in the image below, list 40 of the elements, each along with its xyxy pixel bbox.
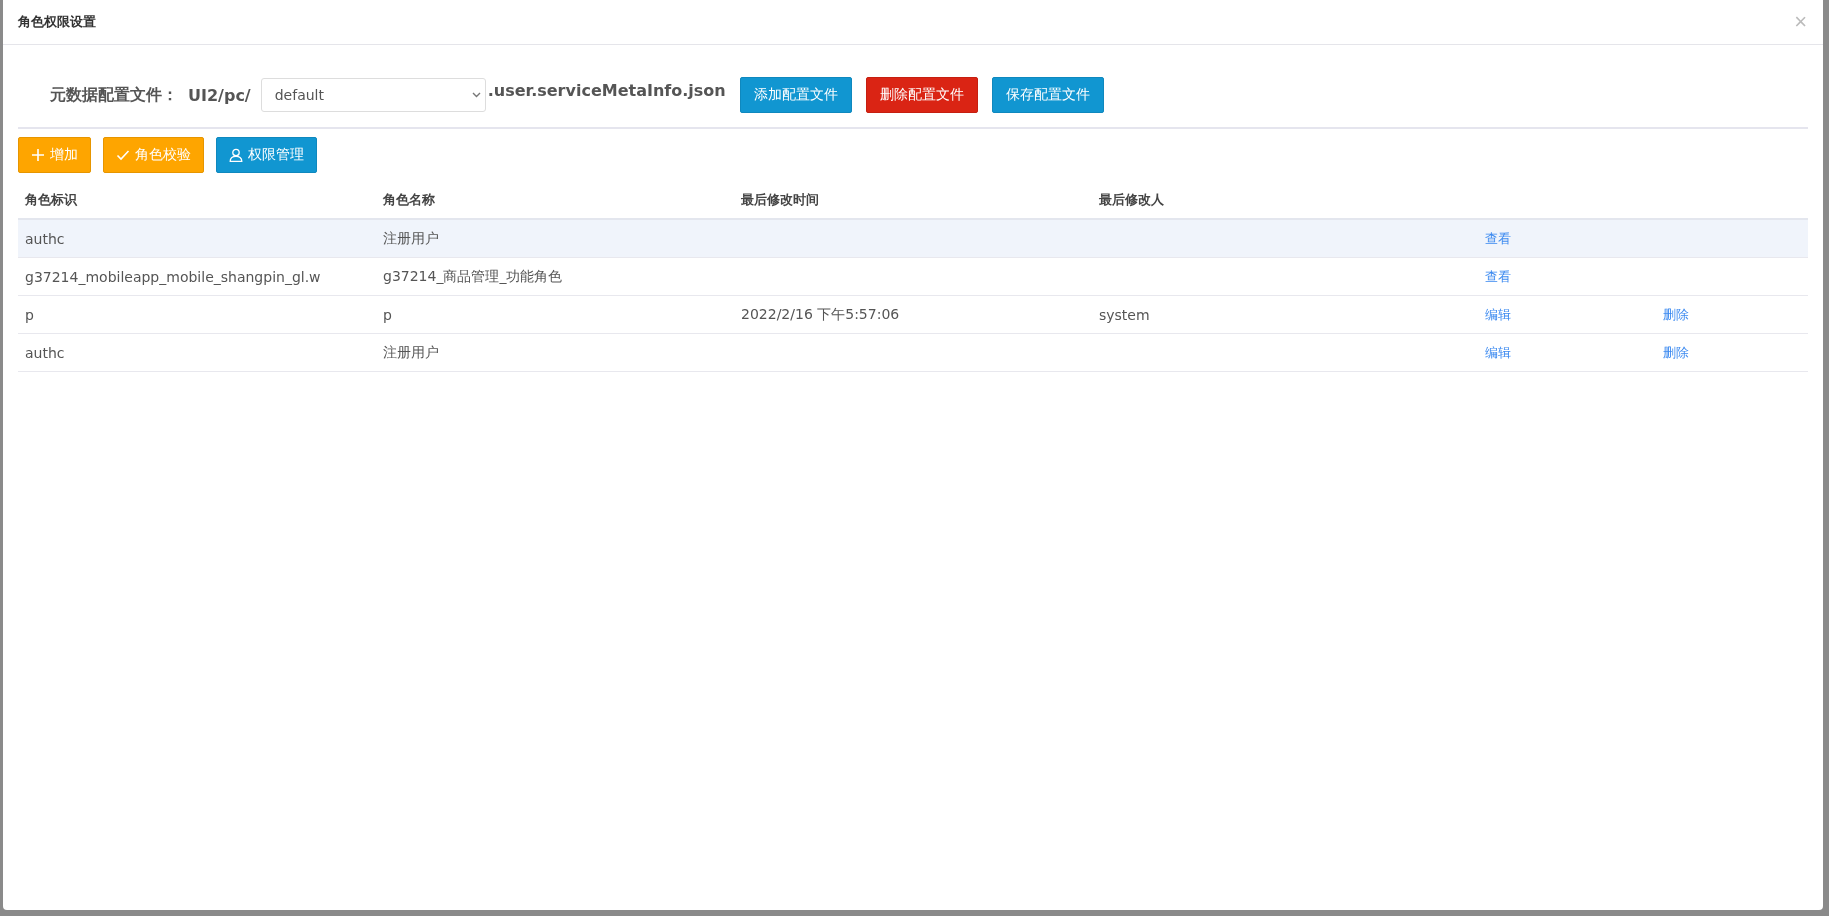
config-button[interactable]: 删除配置文件 [865, 77, 978, 113]
config-label: 元数据配置文件： [50, 84, 178, 106]
path-prefix: UI2/pc/ [188, 85, 251, 105]
action-link[interactable]: 删除 [1663, 306, 1689, 322]
column-header: 最后修改人 [1098, 190, 1165, 209]
dialog-title: 角色权限设置 [18, 13, 96, 31]
table-cell: p [25, 306, 34, 323]
action-link[interactable]: 编辑 [1485, 306, 1511, 322]
table-cell: 注册用户 [383, 229, 439, 246]
chevron-down-icon [471, 92, 481, 98]
table-cell: authc [25, 344, 65, 361]
toolbar-button[interactable]: 增加 [18, 137, 91, 173]
table-cell: g37214_mobileapp_mobile_shangpin_gl.w [25, 268, 321, 285]
column-header: 角色标识 [24, 190, 78, 209]
close-button[interactable]: × [1790, 9, 1811, 35]
column-header: 最后修改时间 [740, 190, 820, 209]
file-suffix: .user.serviceMetaInfo.json [487, 80, 726, 100]
table-row[interactable]: p p 2022/2/16 下午5:57:06 system 编辑 删除 [18, 296, 1808, 334]
action-link[interactable]: 删除 [1663, 344, 1689, 360]
file-select[interactable]: default [260, 78, 486, 112]
config-button[interactable]: 保存配置文件 [991, 77, 1104, 113]
action-link[interactable]: 查看 [1485, 268, 1511, 284]
user-icon [229, 148, 243, 162]
plus-icon [31, 148, 45, 162]
table-row[interactable]: g37214_mobileapp_mobile_shangpin_gl.w g37214_商品管理_功能角色 查看 [18, 258, 1808, 296]
toolbar-button[interactable]: 角色校验 [103, 137, 204, 173]
table-cell: p [383, 306, 392, 323]
table-cell: system [1099, 306, 1150, 323]
action-link[interactable]: 查看 [1485, 230, 1511, 246]
table-row[interactable]: authc 注册用户 查看 [18, 220, 1808, 258]
check-icon [116, 148, 130, 162]
table-row[interactable]: authc 注册用户 编辑 删除 [18, 334, 1808, 372]
table-cell: 注册用户 [383, 343, 439, 360]
table-cell: 2022/2/16 下午5:57:06 [741, 305, 900, 322]
config-button[interactable]: 添加配置文件 [739, 77, 852, 113]
toolbar-button[interactable]: 权限管理 [216, 137, 317, 173]
table-cell: authc [25, 230, 65, 247]
action-link[interactable]: 编辑 [1485, 344, 1511, 360]
table-cell: g37214_商品管理_功能角色 [383, 267, 563, 284]
column-header: 角色名称 [382, 190, 436, 209]
